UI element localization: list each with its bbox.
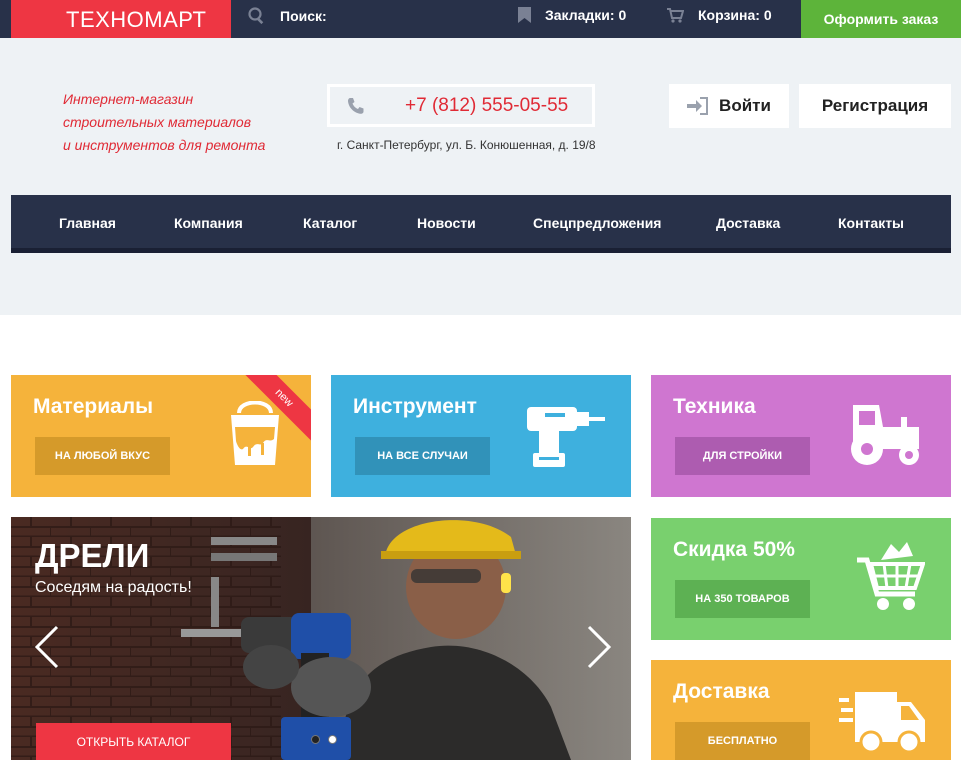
instruments-button[interactable]: НА ВСЕ СЛУЧАИ	[355, 437, 490, 475]
header	[0, 38, 961, 315]
cart-label: Корзина: 0	[698, 7, 772, 23]
slogan-line: строительных материалов	[63, 114, 252, 130]
tile-title: Инструмент	[353, 395, 477, 418]
promo-slider: ДРЕЛИ Соседям на радость! ОТКРЫТЬ КАТАЛО…	[11, 517, 631, 760]
login-label: Войти	[719, 96, 771, 115]
delivery-button[interactable]: БЕСПЛАТНО	[675, 722, 810, 760]
slider-dot-active[interactable]	[328, 735, 337, 744]
phone-number[interactable]: +7 (812) 555-05-55	[405, 95, 568, 117]
slogan-line: и инструментов для ремонта	[63, 137, 266, 153]
nav-item-offers[interactable]: Спецпредложения	[533, 215, 661, 231]
shopping-cart-icon	[857, 542, 925, 610]
tractor-icon	[851, 405, 919, 465]
cart-link[interactable]: Корзина: 0	[667, 7, 772, 23]
cart-icon	[667, 7, 684, 23]
store-address: г. Санкт-Петербург, ул. Б. Конюшенная, д…	[337, 138, 596, 152]
login-icon	[687, 97, 709, 115]
nav-item-company[interactable]: Компания	[174, 215, 243, 231]
materials-button[interactable]: НА ЛЮБОЙ ВКУС	[35, 437, 170, 475]
main-nav: Главная Компания Каталог Новости Спецпре…	[11, 195, 951, 253]
search-label: Поиск:	[280, 8, 327, 24]
search-trigger[interactable]: Поиск:	[248, 7, 327, 25]
slider-prev-arrow-icon[interactable]	[33, 625, 63, 669]
tile-materials[interactable]: new Материалы НА ЛЮБОЙ ВКУС	[11, 375, 311, 497]
nav-item-home[interactable]: Главная	[59, 215, 116, 231]
sale-button[interactable]: НА 350 ТОВАРОВ	[675, 580, 810, 618]
tile-delivery[interactable]: Доставка БЕСПЛАТНО	[651, 660, 951, 760]
nav-item-catalog[interactable]: Каталог	[303, 215, 357, 231]
bookmark-icon	[518, 7, 531, 23]
tile-title: Техника	[673, 395, 756, 418]
slogan-line: Интернет-магазин	[63, 91, 194, 107]
tile-title: Материалы	[33, 395, 154, 418]
slide-title: ДРЕЛИ	[35, 537, 150, 574]
site-logo[interactable]: ТЕХНОМАРТ	[11, 0, 231, 43]
tile-title: Скидка 50%	[673, 538, 795, 561]
login-button[interactable]: Войти	[669, 84, 789, 128]
drill-icon	[527, 407, 605, 467]
nav-item-contacts[interactable]: Контакты	[838, 215, 904, 231]
tile-technics[interactable]: Техника ДЛЯ СТРОЙКИ	[651, 375, 951, 497]
tile-sale[interactable]: Скидка 50% НА 350 ТОВАРОВ	[651, 518, 951, 640]
phone-box: +7 (812) 555-05-55	[327, 84, 595, 127]
slider-next-arrow-icon[interactable]	[583, 625, 613, 669]
paint-bucket-icon	[231, 401, 279, 465]
register-button[interactable]: Регистрация	[799, 84, 951, 128]
bookmarks-label: Закладки: 0	[545, 7, 627, 23]
nav-item-news[interactable]: Новости	[417, 215, 476, 231]
checkout-button[interactable]: Оформить заказ	[801, 0, 961, 38]
search-icon	[248, 7, 264, 25]
slider-dot[interactable]	[311, 735, 320, 744]
nav-item-delivery[interactable]: Доставка	[716, 215, 780, 231]
delivery-truck-icon	[839, 692, 925, 754]
site-slogan: Интернет-магазин строительных материалов…	[63, 88, 265, 157]
slider-dots	[311, 735, 337, 744]
phone-icon	[348, 98, 364, 114]
open-catalog-button[interactable]: ОТКРЫТЬ КАТАЛОГ	[36, 723, 231, 760]
slide-subtitle: Соседям на радость!	[35, 579, 192, 596]
tile-instruments[interactable]: Инструмент НА ВСЕ СЛУЧАИ	[331, 375, 631, 497]
tile-title: Доставка	[673, 680, 770, 703]
technics-button[interactable]: ДЛЯ СТРОЙКИ	[675, 437, 810, 475]
bookmarks-link[interactable]: Закладки: 0	[518, 7, 626, 23]
